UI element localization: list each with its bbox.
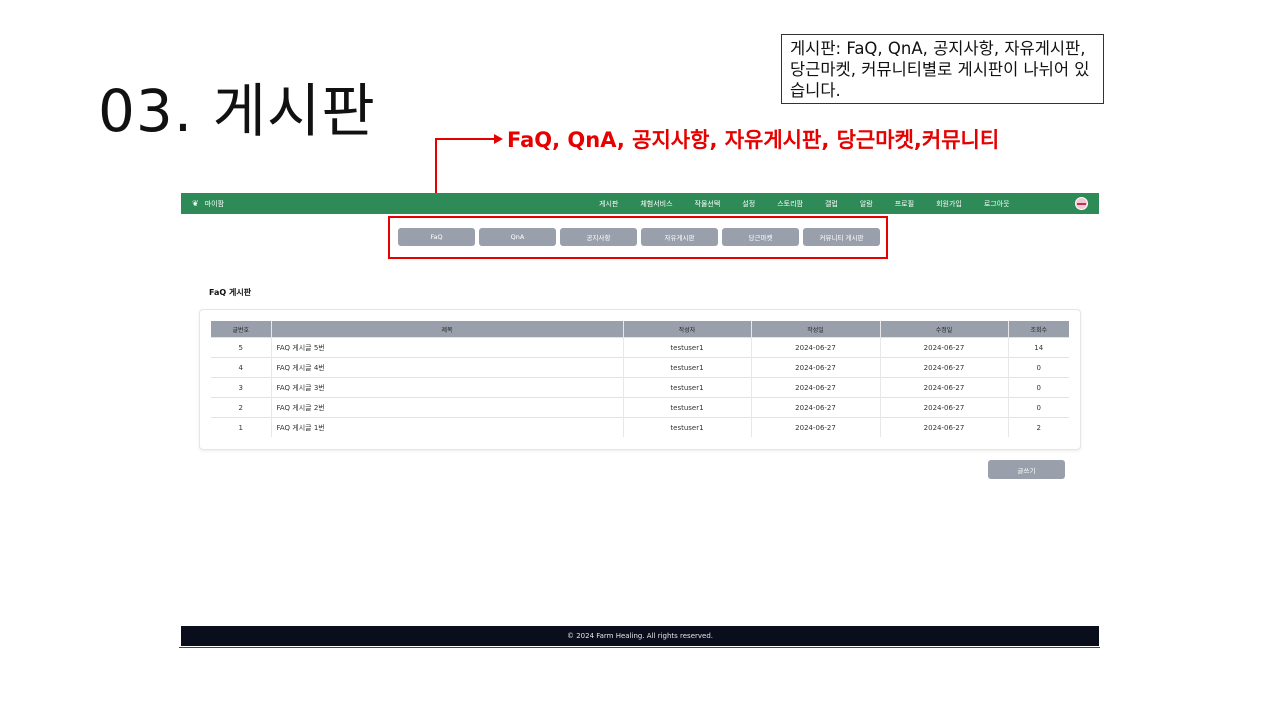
post-created: 2024-06-27 — [750, 417, 880, 437]
board-title: FaQ 게시판 — [209, 288, 252, 297]
column-header: 제목 — [270, 321, 623, 338]
nav-item-experience[interactable]: 체험서비스 — [640, 199, 672, 209]
post-author: testuser1 — [622, 337, 751, 358]
post-modified: 2024-06-27 — [879, 357, 1008, 378]
table-row[interactable]: 2 FAQ 게시글 2번 testuser1 2024-06-27 2024-0… — [211, 397, 1069, 418]
nav-item-profile[interactable]: 프로필 — [895, 199, 914, 209]
column-header: 조회수 — [1007, 321, 1069, 338]
post-number: 4 — [211, 357, 271, 378]
table-row[interactable]: 1 FAQ 게시글 1번 testuser1 2024-06-27 2024-0… — [211, 417, 1069, 437]
column-header: 글번호 — [211, 321, 271, 338]
footer-copyright: © 2024 Farm Healing. All rights reserved… — [566, 632, 714, 640]
table-row[interactable]: 4 FAQ 게시글 4번 testuser1 2024-06-27 2024-0… — [211, 357, 1069, 378]
post-modified: 2024-06-27 — [879, 377, 1008, 398]
board-table: 글번호 제목 작성자 작성일 수정일 조회수 5 FAQ 게시글 5번 test… — [211, 321, 1069, 437]
post-created: 2024-06-27 — [750, 337, 880, 358]
nav-menu: 게시판 체험서비스 작물선택 설정 스토리팜 갤럽 알람 프로필 회원가입 로그… — [599, 193, 1010, 214]
table-header-row: 글번호 제목 작성자 작성일 수정일 조회수 — [211, 321, 1069, 338]
post-author: testuser1 — [622, 377, 751, 398]
table-row[interactable]: 5 FAQ 게시글 5번 testuser1 2024-06-27 2024-0… — [211, 337, 1069, 358]
post-created: 2024-06-27 — [750, 377, 880, 398]
nav-item-board[interactable]: 게시판 — [599, 199, 618, 209]
column-header: 작성일 — [750, 321, 880, 338]
callout-text: FaQ, QnA, 공지사항, 자유게시판, 당근마켓,커뮤니티 — [507, 128, 1000, 152]
post-title-link[interactable]: FAQ 게시글 4번 — [270, 357, 623, 378]
app-screenshot: ❦ 마이팜 게시판 체험서비스 작물선택 설정 스토리팜 갤럽 알람 프로필 회… — [179, 193, 1100, 648]
post-number: 5 — [211, 337, 271, 358]
post-views: 14 — [1007, 337, 1069, 358]
post-modified: 2024-06-27 — [879, 417, 1008, 437]
post-author: testuser1 — [622, 397, 751, 418]
divider — [179, 647, 1100, 648]
post-modified: 2024-06-27 — [879, 397, 1008, 418]
leaf-icon: ❦ — [192, 199, 199, 208]
column-header: 수정일 — [879, 321, 1008, 338]
column-header: 작성자 — [622, 321, 751, 338]
arrow-right-icon — [494, 134, 503, 144]
nav-item-settings[interactable]: 설정 — [742, 199, 755, 209]
post-number: 2 — [211, 397, 271, 418]
post-modified: 2024-06-27 — [879, 337, 1008, 358]
nav-item-crop-select[interactable]: 작물선택 — [695, 199, 721, 209]
post-created: 2024-06-27 — [750, 397, 880, 418]
post-author: testuser1 — [622, 357, 751, 378]
callout-arrow-line — [435, 138, 497, 140]
slide-title: 03. 게시판 — [98, 77, 376, 145]
footer: © 2024 Farm Healing. All rights reserved… — [181, 626, 1099, 646]
table-row[interactable]: 3 FAQ 게시글 3번 testuser1 2024-06-27 2024-0… — [211, 377, 1069, 398]
post-views: 0 — [1007, 357, 1069, 378]
post-title-link[interactable]: FAQ 게시글 5번 — [270, 337, 623, 358]
brand-logo[interactable]: ❦ 마이팜 — [192, 199, 224, 209]
brand-name: 마이팜 — [204, 199, 225, 208]
post-number: 1 — [211, 417, 271, 437]
nav-item-gallery[interactable]: 갤럽 — [825, 199, 838, 209]
post-title-link[interactable]: FAQ 게시글 3번 — [270, 377, 623, 398]
navbar: ❦ 마이팜 게시판 체험서비스 작물선택 설정 스토리팜 갤럽 알람 프로필 회… — [181, 193, 1099, 214]
post-author: testuser1 — [622, 417, 751, 437]
nav-item-logout[interactable]: 로그아웃 — [984, 199, 1010, 209]
nav-item-signup[interactable]: 회원가입 — [936, 199, 962, 209]
post-number: 3 — [211, 377, 271, 398]
avatar[interactable] — [1075, 197, 1088, 210]
post-views: 0 — [1007, 377, 1069, 398]
write-post-button[interactable]: 글쓰기 — [988, 460, 1065, 479]
nav-item-alarm[interactable]: 알람 — [860, 199, 873, 209]
note-box: 게시판: FaQ, QnA, 공지사항, 자유게시판, 당근마켓, 커뮤니티별로… — [781, 34, 1104, 104]
post-created: 2024-06-27 — [750, 357, 880, 378]
nav-item-storyfarm[interactable]: 스토리팜 — [777, 199, 803, 209]
tabs-highlight-box — [388, 216, 888, 259]
post-title-link[interactable]: FAQ 게시글 1번 — [270, 417, 623, 437]
post-title-link[interactable]: FAQ 게시글 2번 — [270, 397, 623, 418]
post-views: 2 — [1007, 417, 1069, 437]
board-card: 글번호 제목 작성자 작성일 수정일 조회수 5 FAQ 게시글 5번 test… — [199, 309, 1081, 450]
post-views: 0 — [1007, 397, 1069, 418]
